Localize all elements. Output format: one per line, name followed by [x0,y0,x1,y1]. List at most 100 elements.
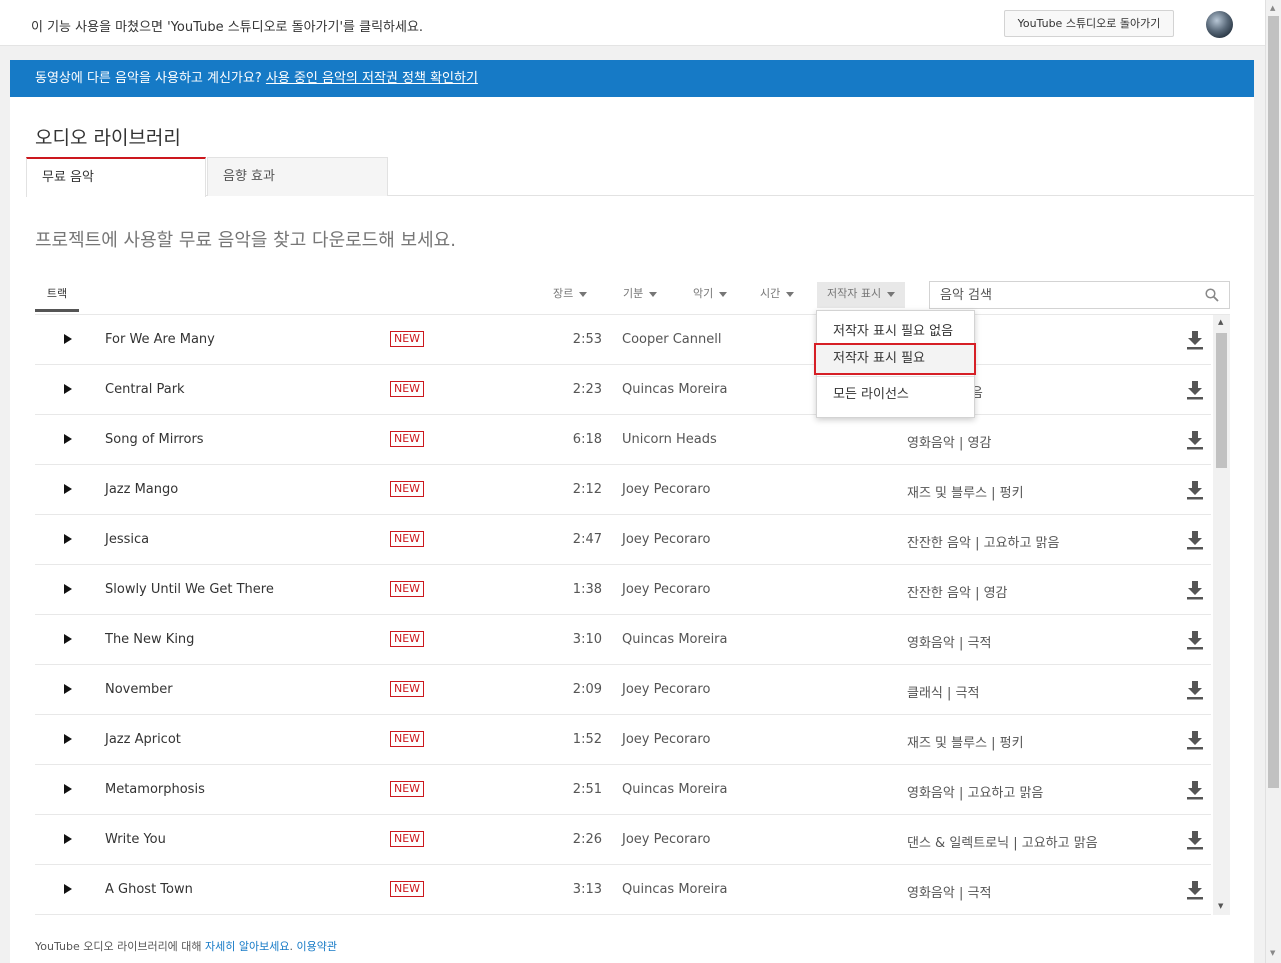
play-icon[interactable] [64,534,72,544]
duration-filter-label: 시간 [760,287,781,300]
track-duration: 6:18 [572,432,602,447]
download-icon[interactable] [1187,730,1203,750]
track-row[interactable]: November NEW 2:09 Joey Pecoraro 클래식 | 극적 [35,665,1211,715]
search-icon[interactable] [1205,288,1219,302]
scroll-up-arrow-icon[interactable]: ▲ [1270,4,1275,12]
track-duration: 2:26 [572,832,602,847]
track-artist[interactable]: Quincas Moreira [622,632,728,647]
track-artist[interactable]: Quincas Moreira [622,382,728,397]
learn-more-link[interactable]: 자세히 알아보세요 [205,940,289,953]
page-title: 오디오 라이브러리 [35,127,181,149]
play-icon[interactable] [64,734,72,744]
caret-down-icon [786,291,795,297]
mood-filter[interactable]: 기분 [623,282,658,306]
track-row[interactable]: Song of Mirrors NEW 6:18 Unicorn Heads 영화음악 … [35,415,1211,465]
download-icon[interactable] [1187,330,1203,350]
instrument-filter[interactable]: 악기 [693,282,728,306]
attribution-option-all-licenses[interactable]: 모든 라이선스 [817,382,974,408]
scroll-up-arrow-icon[interactable]: ▲ [1218,318,1223,326]
track-artist[interactable]: Quincas Moreira [622,782,728,797]
track-row[interactable]: Write You NEW 2:26 Joey Pecoraro 댄스 & 일렉트로닉 … [35,815,1211,865]
attribution-filter[interactable]: 저작자 표시 [817,282,906,308]
download-icon[interactable] [1187,380,1203,400]
track-artist[interactable]: Joey Pecoraro [622,682,710,697]
track-duration: 3:13 [572,882,602,897]
play-icon[interactable] [64,834,72,844]
track-duration: 2:51 [572,782,602,797]
play-icon[interactable] [64,334,72,344]
track-row[interactable]: Jazz Apricot NEW 1:52 Joey Pecoraro 재즈 및 블루스… [35,715,1211,765]
track-duration: 2:53 [572,332,602,347]
mood-filter-label: 기분 [623,287,644,300]
track-artist[interactable]: Cooper Cannell [622,332,721,347]
tab-sound-effects[interactable]: 음향 효과 [207,157,388,196]
track-row[interactable]: Central ParkNEW2:23Quincas Moreira고요하고 맑… [35,365,1211,415]
footer: YouTube 오디오 라이브러리에 대해 자세히 알아보세요. 이용약관 [35,938,337,954]
track-artist[interactable]: Quincas Moreira [622,882,728,897]
scroll-down-arrow-icon[interactable]: ▼ [1218,902,1223,910]
play-icon[interactable] [64,634,72,644]
copyright-banner: 동영상에 다른 음악을 사용하고 계신가요? 사용 중인 음악의 저작권 정책 … [10,60,1254,97]
track-artist[interactable]: Joey Pecoraro [622,482,710,497]
track-row[interactable]: Metamorphosis NEW 2:51 Quincas Moreira 영화음악 … [35,765,1211,815]
filter-bar: 트랙 장르 기분 악기 시간 저작자 표시 [35,281,1230,312]
download-icon[interactable] [1187,680,1203,700]
track-artist[interactable]: Joey Pecoraro [622,832,710,847]
track-artist[interactable]: Unicorn Heads [622,432,717,447]
back-to-studio-button[interactable]: YouTube 스튜디오로 돌아가기 [1004,10,1174,37]
avatar[interactable] [1206,11,1233,38]
play-icon[interactable] [64,584,72,594]
download-icon[interactable] [1187,880,1203,900]
scroll-down-arrow-icon[interactable]: ▼ [1270,949,1275,957]
footer-period: . [289,940,294,953]
track-column-header[interactable]: 트랙 [35,282,79,312]
download-icon[interactable] [1187,580,1203,600]
play-icon[interactable] [64,484,72,494]
track-genre-mood: 영화음악 | 극적 [907,636,992,651]
play-icon[interactable] [64,434,72,444]
caret-down-icon [887,291,896,297]
download-icon[interactable] [1187,530,1203,550]
page-scroll-thumb[interactable] [1268,16,1279,788]
track-title: Central Park [105,382,185,397]
download-icon[interactable] [1187,630,1203,650]
track-genre-mood: 영화음악 | 고요하고 맑음 [907,786,1044,801]
download-icon[interactable] [1187,780,1203,800]
track-row[interactable]: The New King NEW 3:10 Quincas Moreira 영화음악 |… [35,615,1211,665]
genre-filter[interactable]: 장르 [553,282,588,306]
track-genre-mood: 영화음악 | 극적 [907,886,992,901]
download-icon[interactable] [1187,480,1203,500]
music-search-input[interactable] [930,282,1180,308]
track-row[interactable]: For We Are ManyNEW2:53Cooper Cannell신나게 [35,315,1211,365]
track-duration: 1:52 [572,732,602,747]
track-artist[interactable]: Joey Pecoraro [622,732,710,747]
track-artist[interactable]: Joey Pecoraro [622,532,710,547]
play-icon[interactable] [64,684,72,694]
page-scrollbar[interactable]: ▲ ▼ [1265,0,1281,963]
tab-free-music[interactable]: 무료 음악 [26,157,206,197]
play-icon[interactable] [64,784,72,794]
track-artist[interactable]: Joey Pecoraro [622,582,710,597]
download-icon[interactable] [1187,830,1203,850]
track-title: Slowly Until We Get There [105,582,274,597]
terms-link[interactable]: 이용약관 [297,940,337,953]
track-row[interactable]: Jessica NEW 2:47 Joey Pecoraro 잔잔한 음악 | 고요하고… [35,515,1211,565]
track-row[interactable]: A Ghost Town NEW 3:13 Quincas Moreira 영화음악 |… [35,865,1211,915]
track-row[interactable]: Jazz Mango NEW 2:12 Joey Pecoraro 재즈 및 블루스 |… [35,465,1211,515]
new-badge: NEW [390,881,425,897]
play-icon[interactable] [64,884,72,894]
track-genre-mood: 잔잔한 음악 | 영감 [907,586,1008,601]
attribution-option-not-required[interactable]: 저작자 표시 필요 없음 [817,319,974,345]
new-badge: NEW [390,781,425,797]
track-list-scroll-thumb[interactable] [1216,333,1227,468]
footer-text: YouTube 오디오 라이브러리에 대해 [35,940,202,953]
duration-filter[interactable]: 시간 [760,282,795,306]
track-genre-mood: 잔잔한 음악 | 고요하고 맑음 [907,536,1060,551]
track-title: A Ghost Town [105,882,193,897]
copyright-policy-link[interactable]: 사용 중인 음악의 저작권 정책 확인하기 [266,71,478,86]
download-icon[interactable] [1187,430,1203,450]
track-list-scrollbar[interactable]: ▲ ▼ [1213,315,1230,915]
play-icon[interactable] [64,384,72,394]
track-row[interactable]: Slowly Until We Get There NEW 1:38 Joey Pec… [35,565,1211,615]
attribution-option-required[interactable]: 저작자 표시 필요 [814,343,976,375]
